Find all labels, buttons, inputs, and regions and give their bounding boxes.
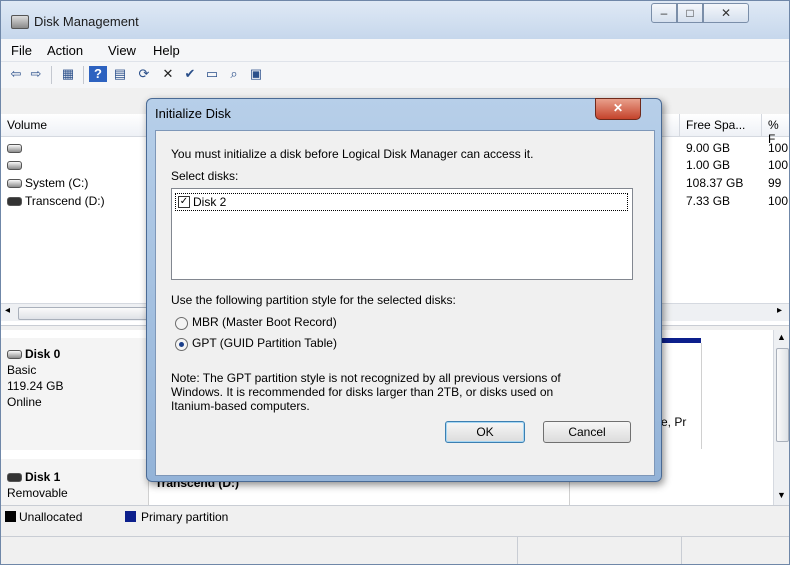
gpt-option-label[interactable]: GPT (GUID Partition Table) bbox=[192, 336, 337, 350]
scroll-thumb[interactable] bbox=[776, 348, 789, 442]
forward-arrow-icon[interactable]: ⇨ bbox=[27, 66, 45, 82]
note-line: Note: The GPT partition style is not rec… bbox=[171, 371, 561, 385]
free-space-cell: 108.37 GB bbox=[686, 176, 744, 190]
removable-drive-icon bbox=[7, 197, 22, 207]
volume-row[interactable]: System (C:) bbox=[7, 176, 88, 190]
disk-list[interactable]: ✓ Disk 2 bbox=[171, 188, 633, 280]
window-title: Disk Management bbox=[34, 14, 139, 29]
status-bar bbox=[1, 536, 789, 564]
percent-free-cell: 100 bbox=[768, 158, 789, 172]
disk-0-label[interactable]: Disk 0 Basic 119.24 GB Online bbox=[1, 338, 149, 450]
menu-file[interactable]: File bbox=[11, 43, 32, 58]
percent-free-cell: 100 bbox=[768, 141, 789, 155]
initialize-disk-dialog: Initialize Disk ✕ You must initialize a … bbox=[146, 98, 662, 482]
status-divider bbox=[517, 536, 518, 564]
disk-2-checkbox[interactable]: ✓ bbox=[178, 196, 190, 208]
free-space-cell: 7.33 GB bbox=[686, 194, 731, 208]
column-divider bbox=[679, 114, 680, 136]
ok-button[interactable]: OK bbox=[445, 421, 525, 443]
percent-free-cell: 100 bbox=[768, 194, 789, 208]
volume-row[interactable] bbox=[7, 158, 25, 172]
menu-bar: File Action View Help bbox=[1, 39, 789, 62]
volume-row[interactable]: Transcend (D:) bbox=[7, 194, 105, 208]
column-divider bbox=[761, 114, 762, 136]
volume-name: Transcend (D:) bbox=[25, 194, 105, 208]
note-line: Itanium-based computers. bbox=[171, 399, 310, 413]
menu-help[interactable]: Help bbox=[153, 43, 180, 58]
column-volume[interactable]: Volume bbox=[7, 118, 47, 132]
menu-action[interactable]: Action bbox=[47, 43, 83, 58]
disk-type: Basic bbox=[7, 363, 37, 377]
volume-row[interactable] bbox=[7, 141, 25, 155]
disk-status: Online bbox=[7, 395, 42, 409]
scroll-up-icon[interactable]: ▲ bbox=[777, 332, 786, 342]
properties-icon[interactable]: ▤ bbox=[111, 66, 129, 82]
menu-view[interactable]: View bbox=[108, 43, 136, 58]
free-space-cell: 9.00 GB bbox=[686, 141, 731, 155]
help-icon[interactable]: ? bbox=[89, 66, 107, 82]
legend-unallocated-swatch bbox=[5, 511, 16, 522]
legend-bar: Unallocated Primary partition bbox=[1, 505, 789, 526]
back-arrow-icon[interactable]: ⇦ bbox=[7, 66, 25, 82]
drive-icon bbox=[7, 144, 22, 154]
partition-block[interactable]: e, Pr bbox=[661, 343, 702, 449]
disk-list-item[interactable]: ✓ Disk 2 bbox=[175, 193, 628, 211]
select-disks-label: Select disks: bbox=[171, 169, 239, 183]
disk-management-app-icon bbox=[11, 15, 29, 29]
drive-icon bbox=[7, 161, 22, 171]
search-icon[interactable]: ⌕ bbox=[225, 66, 243, 82]
refresh-icon[interactable]: ⟳ bbox=[135, 66, 153, 82]
dialog-message: You must initialize a disk before Logica… bbox=[171, 147, 534, 161]
dialog-title: Initialize Disk bbox=[155, 106, 231, 121]
maximize-button[interactable]: □ bbox=[677, 3, 703, 23]
legend-primary: Primary partition bbox=[141, 510, 229, 524]
scroll-left-icon[interactable]: ◂ bbox=[5, 305, 10, 316]
settings-icon[interactable]: ▣ bbox=[247, 66, 265, 82]
toolbar: ⇦ ⇨ ▦ ? ▤ ⟳ ✕ ✔ ▭ ⌕ ▣ bbox=[1, 62, 789, 88]
disk-type: Removable bbox=[7, 486, 68, 500]
minimize-button[interactable]: – bbox=[651, 3, 677, 23]
title-bar: Disk Management – □ ✕ bbox=[1, 1, 789, 39]
dialog-content: You must initialize a disk before Logica… bbox=[155, 130, 655, 476]
dialog-close-button[interactable]: ✕ bbox=[595, 98, 641, 120]
open-folder-icon[interactable]: ▭ bbox=[203, 66, 221, 82]
scroll-thumb[interactable] bbox=[18, 307, 150, 320]
legend-unallocated: Unallocated bbox=[19, 510, 83, 524]
toolbar-separator bbox=[83, 66, 84, 84]
cancel-button[interactable]: Cancel bbox=[543, 421, 631, 443]
drive-icon bbox=[7, 179, 22, 189]
mbr-radio[interactable] bbox=[175, 317, 188, 330]
column-free-space[interactable]: Free Spa... bbox=[686, 118, 745, 132]
status-divider bbox=[681, 536, 682, 564]
free-space-cell: 1.00 GB bbox=[686, 158, 731, 172]
legend-primary-swatch bbox=[125, 511, 136, 522]
toolbar-separator bbox=[51, 66, 52, 84]
delete-icon[interactable]: ✕ bbox=[159, 66, 177, 82]
mbr-option-label[interactable]: MBR (Master Boot Record) bbox=[192, 315, 337, 329]
gpt-radio[interactable] bbox=[175, 338, 188, 351]
check-icon[interactable]: ✔ bbox=[181, 66, 199, 82]
volume-name: System (C:) bbox=[25, 176, 89, 190]
vertical-scrollbar[interactable]: ▲ ▼ bbox=[773, 330, 789, 505]
note-line: Windows. It is recommended for disks lar… bbox=[171, 385, 554, 399]
percent-free-cell: 99 bbox=[768, 176, 782, 190]
disk-icon bbox=[7, 350, 22, 360]
partition-style-label: Use the following partition style for th… bbox=[171, 293, 456, 307]
disk-1-label[interactable]: Disk 1 Removable bbox=[1, 459, 149, 505]
disk-size: 119.24 GB bbox=[7, 379, 64, 393]
scroll-down-icon[interactable]: ▼ bbox=[777, 490, 786, 500]
removable-disk-icon bbox=[7, 473, 22, 483]
show-hide-console-icon[interactable]: ▦ bbox=[59, 66, 77, 82]
close-button[interactable]: ✕ bbox=[703, 3, 749, 23]
scroll-right-icon[interactable]: ▸ bbox=[777, 305, 782, 316]
